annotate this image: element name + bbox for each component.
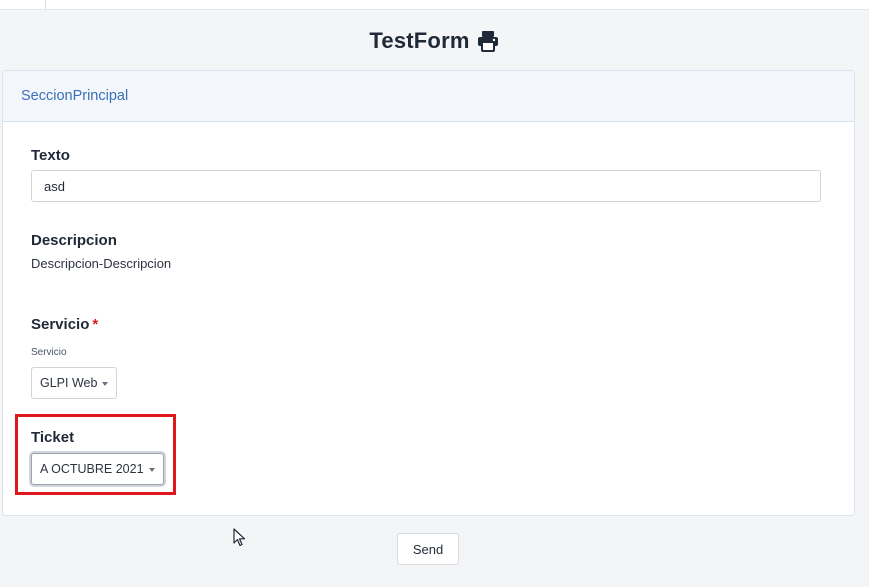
mouse-cursor-icon [233,528,246,547]
descripcion-label: Descripcion [31,232,117,249]
required-marker: * [92,316,99,333]
servicio-selected-value: GLPI Web [40,376,98,390]
servicio-select[interactable]: GLPI Web [31,367,118,399]
servicio-label-text: Servicio [31,316,90,333]
section-title: SeccionPrincipal [21,88,129,104]
ticket-select[interactable]: A OCTUBRE 2021 [31,453,164,485]
texto-input[interactable] [31,170,821,202]
top-bar [0,0,869,10]
descripcion-text: Descripcion-Descripcion [31,256,172,271]
texto-label: Texto [31,147,70,164]
caret-down-icon [148,468,155,472]
servicio-label: Servicio * [31,316,98,333]
send-button[interactable]: Send [397,533,459,565]
top-bar-divider [45,0,46,9]
ticket-selected-value: A OCTUBRE 2021 [40,462,144,476]
servicio-sublabel: Servicio [31,347,67,358]
form-title: TestForm [369,28,470,53]
caret-down-icon [102,382,109,386]
section-header: SeccionPrincipal [3,71,854,122]
printer-icon[interactable] [476,29,500,53]
form-title-row: TestForm [0,24,869,58]
ticket-label: Ticket [31,429,75,446]
form-section-card: SeccionPrincipal Texto Descripcion Descr… [2,70,855,516]
